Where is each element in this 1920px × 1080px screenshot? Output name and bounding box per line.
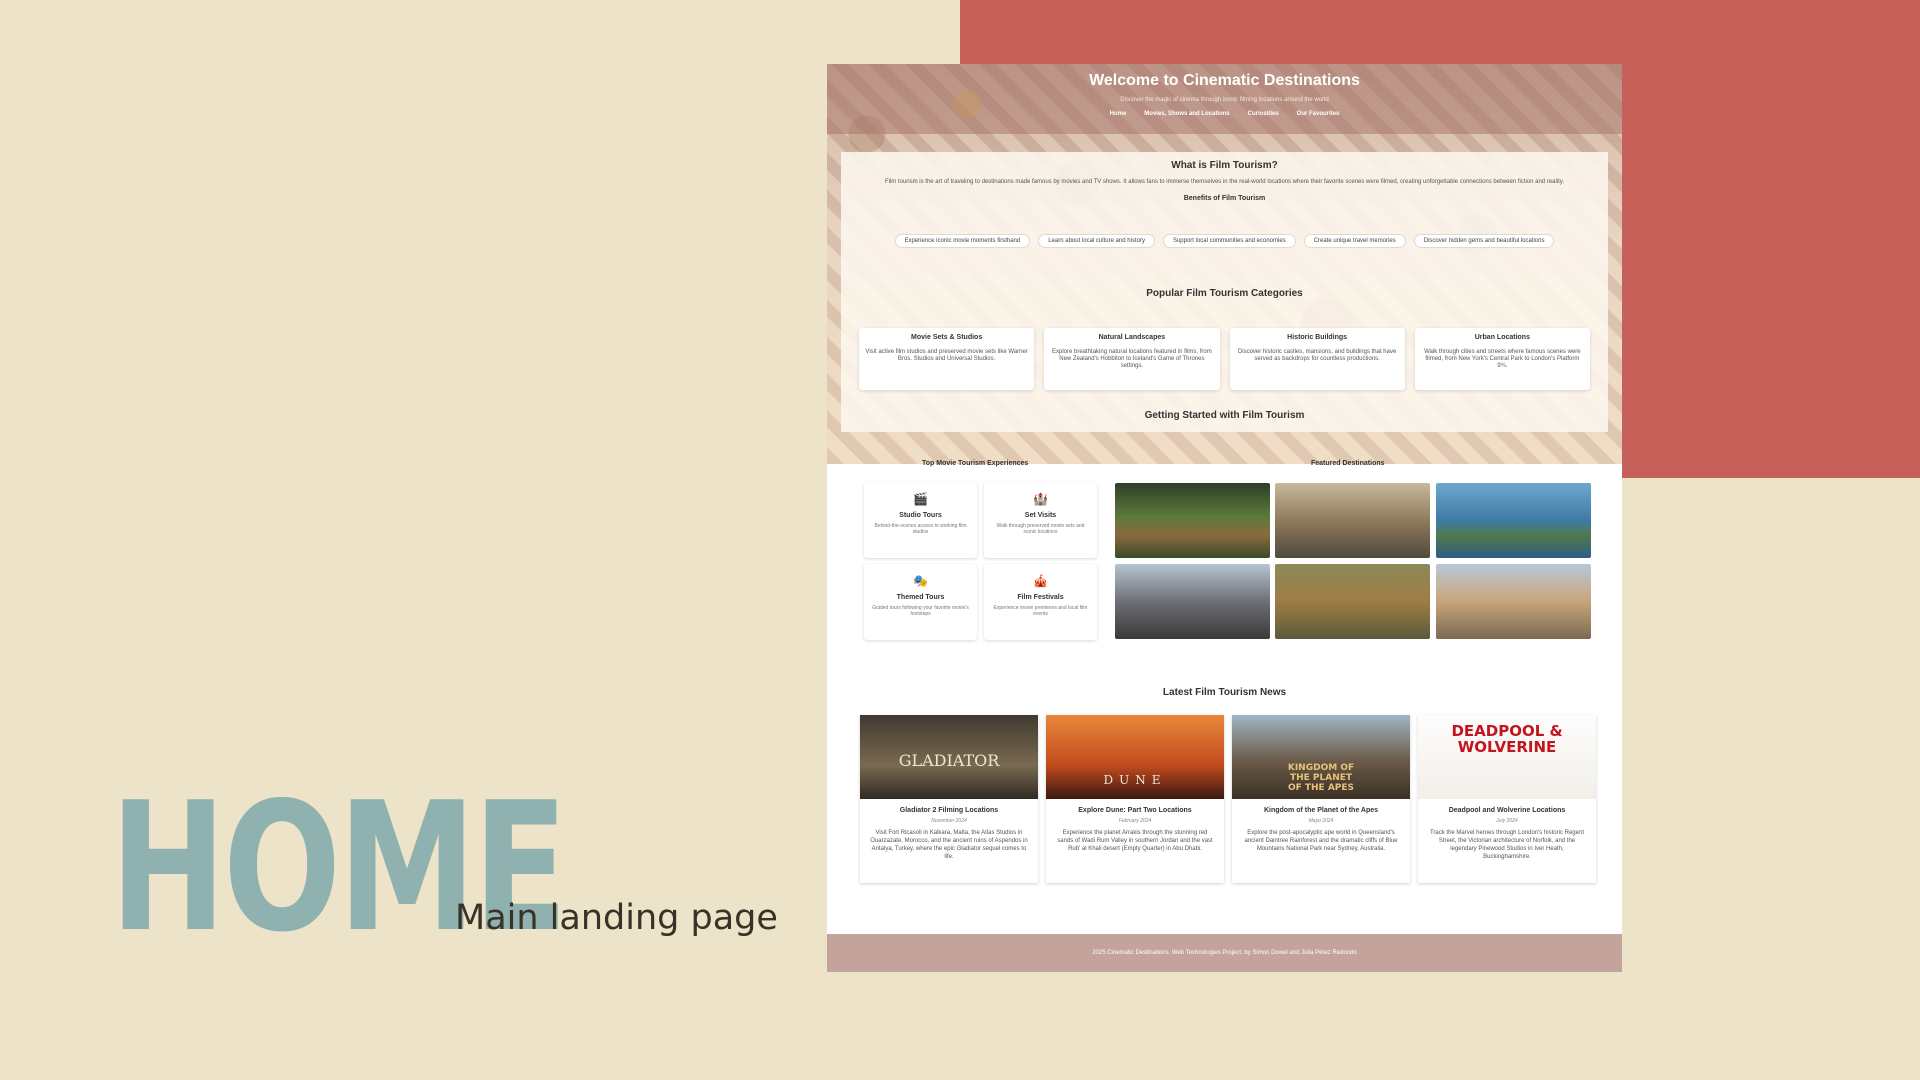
site-title: Welcome to Cinematic Destinations — [1089, 72, 1360, 89]
benefits-heading: Benefits of Film Tourism — [1183, 195, 1266, 202]
experience-card: 🎬 Studio Tours Behind-the-scenes access … — [864, 482, 977, 558]
news-text: Experience the planet Arrakis through th… — [1057, 830, 1213, 852]
category-card: Urban Locations Walk through cities and … — [1414, 328, 1590, 390]
benefit-pill: Experience iconic movie moments firsthan… — [894, 234, 1031, 248]
news-poster: KINGDOM OF THE PLANET OF THE APES — [1232, 715, 1410, 799]
castle-icon: 🏰 — [1033, 492, 1048, 506]
nav-home[interactable]: Home — [1110, 111, 1127, 117]
category-title: Historic Buildings — [1287, 334, 1348, 341]
benefit-pill: Discover hidden gems and beautiful locat… — [1413, 234, 1555, 248]
category-text: Explore breathtaking natural locations f… — [1052, 349, 1212, 369]
benefit-pill: Create unique travel memories — [1303, 234, 1406, 248]
news-date: February 2024 — [1118, 818, 1152, 824]
experience-title: Themed Tours — [896, 594, 945, 601]
poster-title: DUNE — [1103, 773, 1167, 787]
categories-heading: Popular Film Tourism Categories — [1146, 288, 1303, 299]
benefit-pill: Support local communities and economies — [1162, 234, 1296, 248]
circus-tent-icon: 🎪 — [1033, 574, 1048, 588]
news-date: Mayo 2024 — [1308, 818, 1334, 824]
main-nav: Home Movies, Shows and Locations Curiosi… — [827, 111, 1622, 117]
category-text: Discover historic castles, mansions, and… — [1237, 349, 1397, 362]
experience-text: Experience movie premieres and local fil… — [993, 605, 1088, 617]
destination-photo[interactable] — [1115, 564, 1270, 639]
getting-started-heading: Getting Started with Film Tourism — [1144, 410, 1305, 421]
site-tagline: Discover the magic of cinema through ico… — [1120, 97, 1329, 103]
category-title: Movie Sets & Studios — [911, 334, 983, 341]
news-card[interactable]: DEADPOOL & WOLVERINE Deadpool and Wolver… — [1418, 715, 1596, 883]
getting-started-section: Getting Started with Film Tourism — [841, 400, 1608, 432]
experience-card: 🎭 Themed Tours Guided tours following yo… — [864, 564, 977, 640]
poster-title: GLADIATOR — [898, 751, 1000, 770]
news-card[interactable]: KINGDOM OF THE PLANET OF THE APES Kingdo… — [1232, 715, 1410, 883]
nav-favourites[interactable]: Our Favourites — [1297, 111, 1340, 117]
news-text: Explore the post-apocalyptic ape world i… — [1244, 830, 1398, 852]
slide-subtitle: Main landing page — [455, 898, 778, 938]
category-title: Urban Locations — [1474, 334, 1530, 341]
poster-title: KINGDOM OF THE PLANET OF THE APES — [1287, 763, 1355, 793]
benefit-pill: Learn about local culture and history — [1038, 234, 1155, 248]
news-date: July 2024 — [1496, 818, 1518, 824]
nav-curiosities[interactable]: Curiosities — [1248, 111, 1279, 117]
category-card: Historic Buildings Discover historic cas… — [1229, 328, 1405, 390]
destination-photo[interactable] — [1275, 564, 1430, 639]
destination-photo[interactable] — [1436, 564, 1591, 639]
categories-list: Movie Sets & Studios Visit active film s… — [859, 328, 1590, 390]
news-title: Kingdom of the Planet of the Apes — [1263, 807, 1379, 814]
experience-text: Behind-the-scenes access to working film… — [874, 523, 967, 535]
website-screenshot: Welcome to Cinematic Destinations Discov… — [827, 64, 1622, 972]
news-card[interactable]: GLADIATOR Gladiator 2 Filming Locations … — [860, 715, 1038, 883]
experience-card: 🎪 Film Festivals Experience movie premie… — [984, 564, 1097, 640]
news-text: Track the Marvel heroes through London's… — [1429, 830, 1584, 860]
destination-photo[interactable] — [1115, 483, 1270, 558]
categories-section: Popular Film Tourism Categories Movie Se… — [841, 268, 1608, 400]
experience-text: Guided tours following your favorite mov… — [872, 605, 969, 617]
nav-movies[interactable]: Movies, Shows and Locations — [1144, 111, 1229, 117]
experience-title: Film Festivals — [1017, 594, 1064, 601]
intro-heading: What is Film Tourism? — [1171, 160, 1278, 171]
experience-title: Studio Tours — [899, 512, 942, 519]
benefits-list: Experience iconic movie moments firsthan… — [841, 234, 1608, 248]
news-poster: GLADIATOR — [860, 715, 1038, 799]
news-date: November 2024 — [931, 818, 967, 824]
intro-section: What is Film Tourism? Film tourism is th… — [841, 152, 1608, 268]
news-heading: Latest Film Tourism News — [1162, 687, 1287, 698]
theater-masks-icon: 🎭 — [913, 574, 928, 588]
category-title: Natural Landscapes — [1098, 334, 1166, 341]
poster-title: DEADPOOL & WOLVERINE — [1451, 722, 1563, 756]
category-card: Movie Sets & Studios Visit active film s… — [859, 328, 1035, 390]
news-poster: DEADPOOL & WOLVERINE — [1418, 715, 1596, 799]
experience-card: 🏰 Set Visits Walk through preserved movi… — [984, 482, 1097, 558]
news-title: Gladiator 2 Filming Locations — [899, 807, 999, 814]
destination-photo[interactable] — [1436, 483, 1591, 558]
site-footer: 2025 Cinematic Destinations. Web Technol… — [827, 934, 1622, 972]
experiences-heading: Top Movie Tourism Experiences — [922, 460, 1029, 467]
news-text: Visit Fort Ricasoli in Kalkara, Malta, t… — [870, 830, 1028, 860]
site-header: Welcome to Cinematic Destinations Discov… — [827, 64, 1622, 134]
experience-text: Walk through preserved movie sets and ic… — [996, 523, 1085, 535]
experience-title: Set Visits — [1024, 512, 1057, 519]
category-text: Walk through cities and streets where fa… — [1424, 349, 1581, 369]
news-poster: DUNE — [1046, 715, 1224, 799]
news-title: Explore Dune: Part Two Locations — [1078, 807, 1192, 814]
destination-photo[interactable] — [1275, 483, 1430, 558]
destinations-heading: Featured Destinations — [1311, 460, 1385, 467]
clapperboard-icon: 🎬 — [913, 492, 928, 506]
intro-text: Film tourism is the art of traveling to … — [884, 179, 1565, 185]
category-text: Visit active film studios and preserved … — [865, 349, 1028, 362]
news-card[interactable]: DUNE Explore Dune: Part Two Locations Fe… — [1046, 715, 1224, 883]
category-card: Natural Landscapes Explore breathtaking … — [1044, 328, 1220, 390]
news-title: Deadpool and Wolverine Locations — [1448, 807, 1566, 814]
